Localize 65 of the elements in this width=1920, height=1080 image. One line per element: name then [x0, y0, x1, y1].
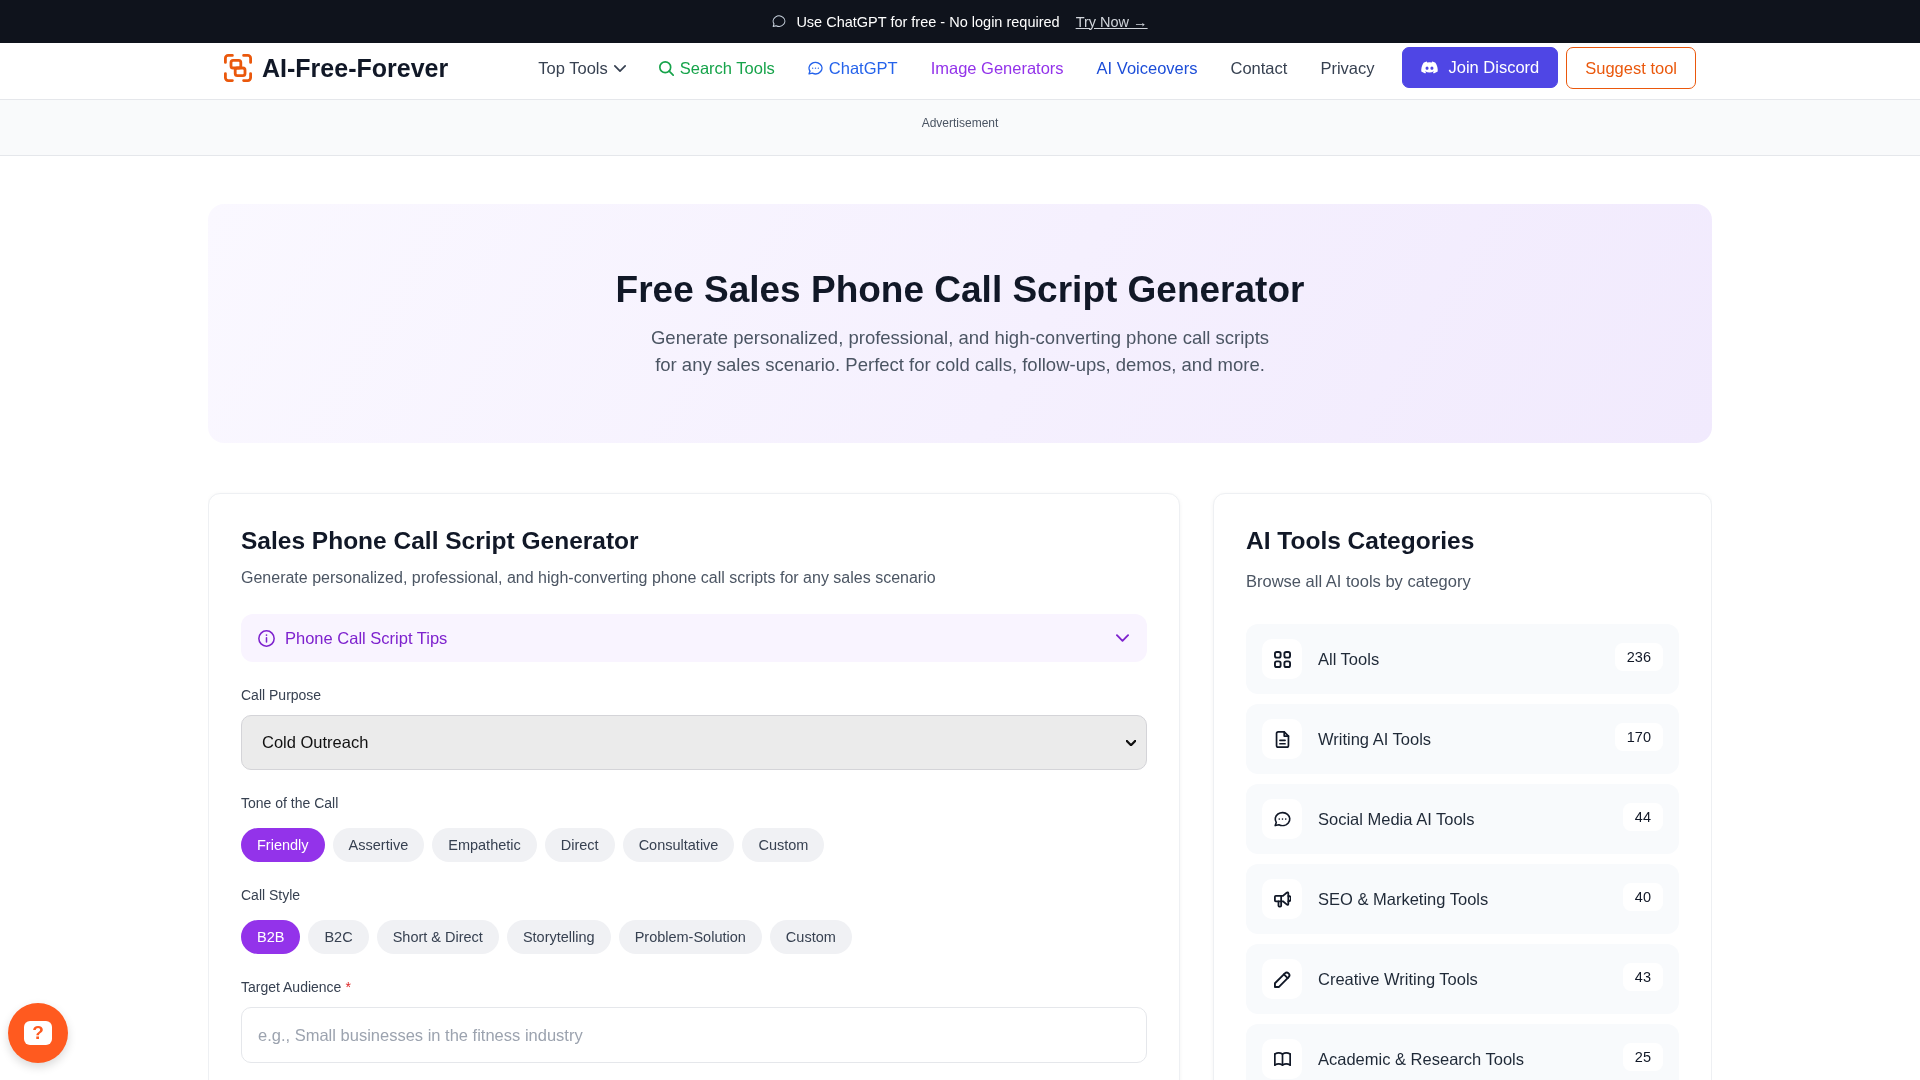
chevron-down-icon — [613, 64, 626, 72]
nav-link[interactable]: ChatGPT — [807, 58, 898, 78]
pencil-icon — [1262, 959, 1302, 999]
tool-count: 40 — [1622, 883, 1663, 911]
join-button[interactable]: Join Discord — [1402, 47, 1559, 88]
tips-toggle[interactable]: Phone Call Script Tips — [241, 614, 1147, 662]
category-item[interactable]: Social Media AI Tools 44 — [1246, 784, 1679, 854]
required-mark: * — [345, 978, 351, 997]
choice-option[interactable]: Friendly — [241, 828, 325, 862]
grid-icon — [1262, 639, 1302, 679]
choice-option[interactable]: Problem-Solution — [618, 920, 762, 954]
tool-count: 25 — [1622, 1043, 1663, 1071]
tool-count: 44 — [1622, 803, 1663, 831]
card-title: AI Tools Categories — [1246, 526, 1475, 556]
card-subtitle: Generate personalized, professional, and high-converting phone call scripts for any sales scenario — [241, 568, 937, 588]
hero-title: Free Sales Phone Call Script Generator — [615, 268, 1305, 312]
choice-option[interactable]: Consultative — [622, 828, 735, 862]
card-subtitle: Browse all AI tools by category — [1246, 571, 1472, 592]
search-icon — [658, 60, 674, 76]
nav-link[interactable]: Contact — [1230, 58, 1288, 78]
chat-bubble-icon — [1262, 799, 1302, 839]
info-icon — [258, 629, 275, 647]
try-now-link[interactable]: Try Now → — [1075, 13, 1148, 30]
choice-option[interactable]: Custom — [769, 920, 852, 954]
field-label: Call Style — [241, 886, 301, 905]
tool-count: 43 — [1622, 963, 1663, 991]
choice-option[interactable]: Custom — [742, 828, 825, 862]
text-input-field[interactable]: e.g., Small businesses in the fitness industry — [241, 1007, 1147, 1063]
category-item[interactable]: Writing AI Tools 170 — [1246, 704, 1679, 774]
choice-option[interactable]: Empathetic — [432, 828, 537, 862]
category-item[interactable]: All Tools 236 — [1246, 624, 1679, 694]
field-label: Tone of the Call — [241, 794, 339, 813]
category-item[interactable]: Academic & Research Tools 25 — [1246, 1024, 1679, 1080]
nav-link[interactable]: Image Generators — [930, 58, 1064, 78]
category-item[interactable]: SEO & Marketing Tools 40 — [1246, 864, 1679, 934]
tool-count: 170 — [1614, 723, 1663, 751]
chat-bubble-icon — [772, 15, 787, 28]
nav-link[interactable]: AI Voiceovers — [1096, 58, 1198, 78]
chevron-down-icon — [1116, 634, 1129, 642]
scan-frame-icon — [224, 54, 252, 82]
announcement-text: Use ChatGPT for free - No login required — [796, 13, 1060, 30]
category-item[interactable]: Creative Writing Tools 43 — [1246, 944, 1679, 1014]
choice-option[interactable]: B2C — [308, 920, 369, 954]
choice-option[interactable]: Direct — [544, 828, 615, 862]
gamepad-icon — [1421, 61, 1439, 74]
nav-link[interactable]: Privacy — [1320, 58, 1375, 78]
hero-subtitle: Generate personalized, professional, and high-converting phone call scripts for any sales scenario. Perfect for cold calls, follow-ups, demos, and more. — [649, 326, 1271, 377]
card-title: Sales Phone Call Script Generator — [241, 526, 639, 556]
field-label: Call Purpose — [241, 686, 322, 705]
choice-option[interactable]: B2B — [241, 920, 301, 954]
choice-option[interactable]: Storytelling — [506, 920, 611, 954]
document-icon — [1262, 719, 1302, 759]
select-field[interactable]: Cold Outreach — [241, 715, 1147, 770]
megaphone-icon — [1262, 879, 1302, 919]
field-label: Target Audience — [241, 978, 342, 997]
book-icon — [1262, 1039, 1302, 1079]
ad-label: Advertisement — [921, 116, 999, 130]
chevron-down-icon — [1126, 739, 1136, 746]
tool-count: 236 — [1614, 643, 1663, 671]
choice-option[interactable]: Short & Direct — [376, 920, 499, 954]
site-logo[interactable]: AI-Free-Forever — [224, 53, 449, 83]
suggest-tool-button[interactable]: Suggest tool — [1566, 47, 1696, 89]
choice-option[interactable]: Assertive — [332, 828, 425, 862]
chat-bubble-icon — [807, 60, 823, 76]
nav-link[interactable]: Top Tools — [538, 58, 626, 78]
